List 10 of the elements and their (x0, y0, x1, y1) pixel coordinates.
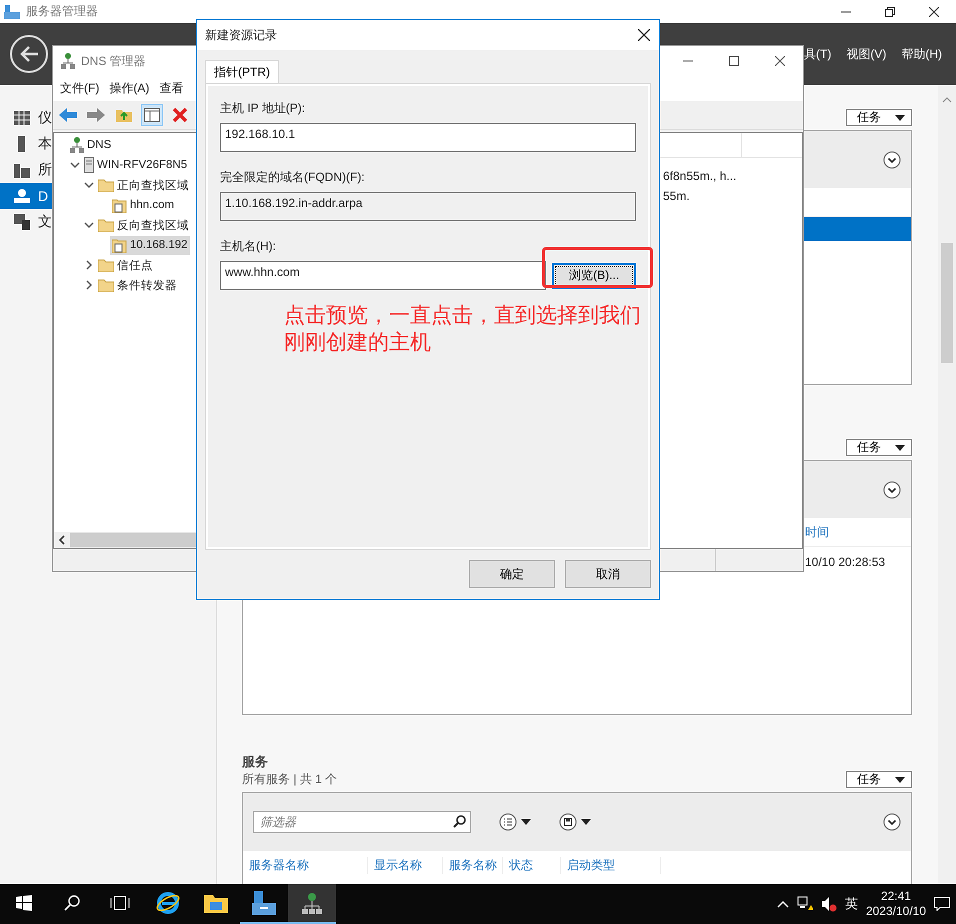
window-title: 服务器管理器 (26, 3, 98, 20)
dialog-title: 新建资源记录 (205, 26, 277, 44)
field-label: 完全限定的域名(FQDN)(F): (220, 169, 366, 186)
field-label: 主机名(H): (220, 238, 277, 255)
window-title: DNS 管理器 (81, 52, 146, 70)
section-subtitle: 所有服务 | 共 1 个 (242, 771, 338, 788)
section-title: 服务 (242, 753, 269, 771)
annotation-text: 点击预览，一直点击，直到选择到我们刚刚创建的主机 (284, 303, 642, 356)
table-cell-text: 10/10 20:28:53 (804, 554, 886, 569)
field-label: 主机 IP 地址(P): (220, 100, 306, 117)
